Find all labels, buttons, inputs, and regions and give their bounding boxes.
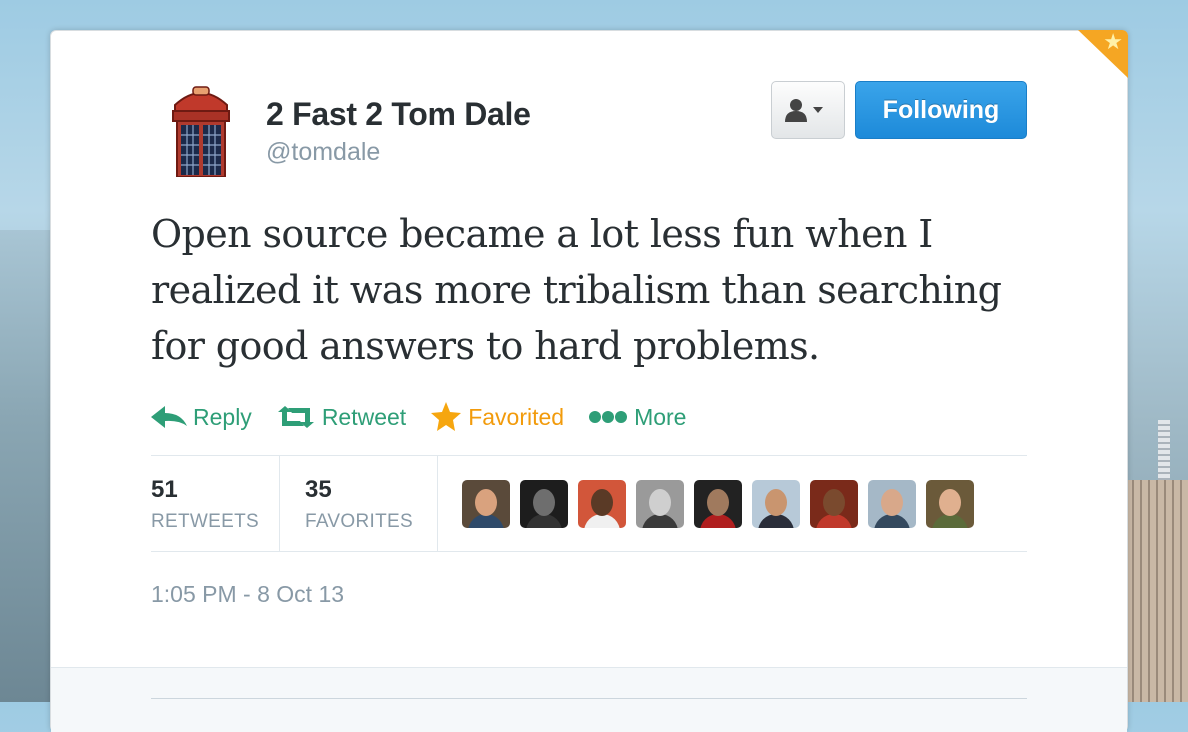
favorites-label: FAVORITES [305, 511, 413, 532]
favorites-stat[interactable]: 35 FAVORITES [279, 456, 438, 551]
retweet-icon [277, 406, 314, 428]
reply-arrow-icon [151, 406, 187, 428]
user-display-name[interactable]: 2 Fast 2 Tom Dale [266, 96, 531, 133]
reply-action[interactable]: Reply [151, 404, 252, 431]
tweet-text: Open source became a lot less fun when I… [151, 212, 1002, 368]
user-handle[interactable]: @tomdale [266, 138, 380, 167]
avatar-head [939, 489, 961, 516]
avatar-shoulders [816, 514, 852, 528]
retweets-label: RETWEETS [151, 511, 259, 532]
favoriter-avatars [462, 480, 984, 528]
retweet-label: Retweet [321, 403, 407, 430]
tweet-card: ★ 2 Fast 2 Tom Dale @tomdale Following O… [50, 30, 1128, 732]
avatar-shoulders [468, 514, 504, 528]
user-actions-button[interactable] [771, 81, 845, 139]
favoriter-avatar[interactable] [868, 480, 916, 528]
avatar[interactable] [165, 83, 237, 178]
favoriter-avatar[interactable] [520, 480, 568, 528]
favoriter-avatar[interactable] [578, 480, 626, 528]
more-label: More [634, 403, 687, 430]
retweets-count: 51 [151, 476, 178, 503]
favoriter-avatar[interactable] [926, 480, 974, 528]
favoriter-avatar[interactable] [694, 480, 742, 528]
avatar-head [823, 489, 845, 516]
favorited-corner-badge: ★ [1078, 30, 1128, 78]
star-icon [431, 402, 462, 431]
avatar-head [591, 489, 613, 516]
card-footer [51, 667, 1127, 732]
avatar-shoulders [932, 514, 968, 528]
avatar-head [765, 489, 787, 516]
tweet-stats: 51 RETWEETS 35 FAVORITES [151, 455, 1027, 552]
phone-booth-avatar-icon [172, 86, 230, 178]
avatar-shoulders [874, 514, 910, 528]
following-button[interactable]: Following [855, 81, 1027, 139]
avatar-head [533, 489, 555, 516]
person-dropdown-icon [785, 99, 823, 122]
avatar-head [881, 489, 903, 516]
corner-star-icon: ★ [1103, 30, 1123, 55]
avatar-head [649, 489, 671, 516]
favoriter-avatar[interactable] [462, 480, 510, 528]
retweets-stat[interactable]: 51 RETWEETS [151, 456, 280, 551]
favoriter-avatar[interactable] [810, 480, 858, 528]
avatar-shoulders [758, 514, 794, 528]
background-scenery-right [1126, 480, 1188, 702]
avatar-shoulders [642, 514, 678, 528]
more-dots-icon [589, 411, 628, 423]
favoriter-avatar[interactable] [752, 480, 800, 528]
avatar-head [475, 489, 497, 516]
avatar-head [707, 489, 729, 516]
favorites-count: 35 [305, 476, 332, 503]
background-scenery-left [0, 230, 50, 702]
avatar-shoulders [526, 514, 562, 528]
more-action[interactable]: More [588, 404, 686, 431]
favorited-label: Favorited [468, 403, 565, 430]
tweet-timestamp[interactable]: 1:05 PM - 8 Oct 13 [151, 581, 344, 608]
footer-divider [151, 698, 1027, 709]
avatar-shoulders [584, 514, 620, 528]
retweet-action[interactable]: Retweet [276, 404, 406, 431]
tweet-actions: Reply Retweet Favorited More [151, 399, 710, 435]
favorite-action[interactable]: Favorited [430, 402, 564, 432]
avatar-shoulders [700, 514, 736, 528]
reply-label: Reply [193, 403, 252, 430]
favoriter-avatar[interactable] [636, 480, 684, 528]
